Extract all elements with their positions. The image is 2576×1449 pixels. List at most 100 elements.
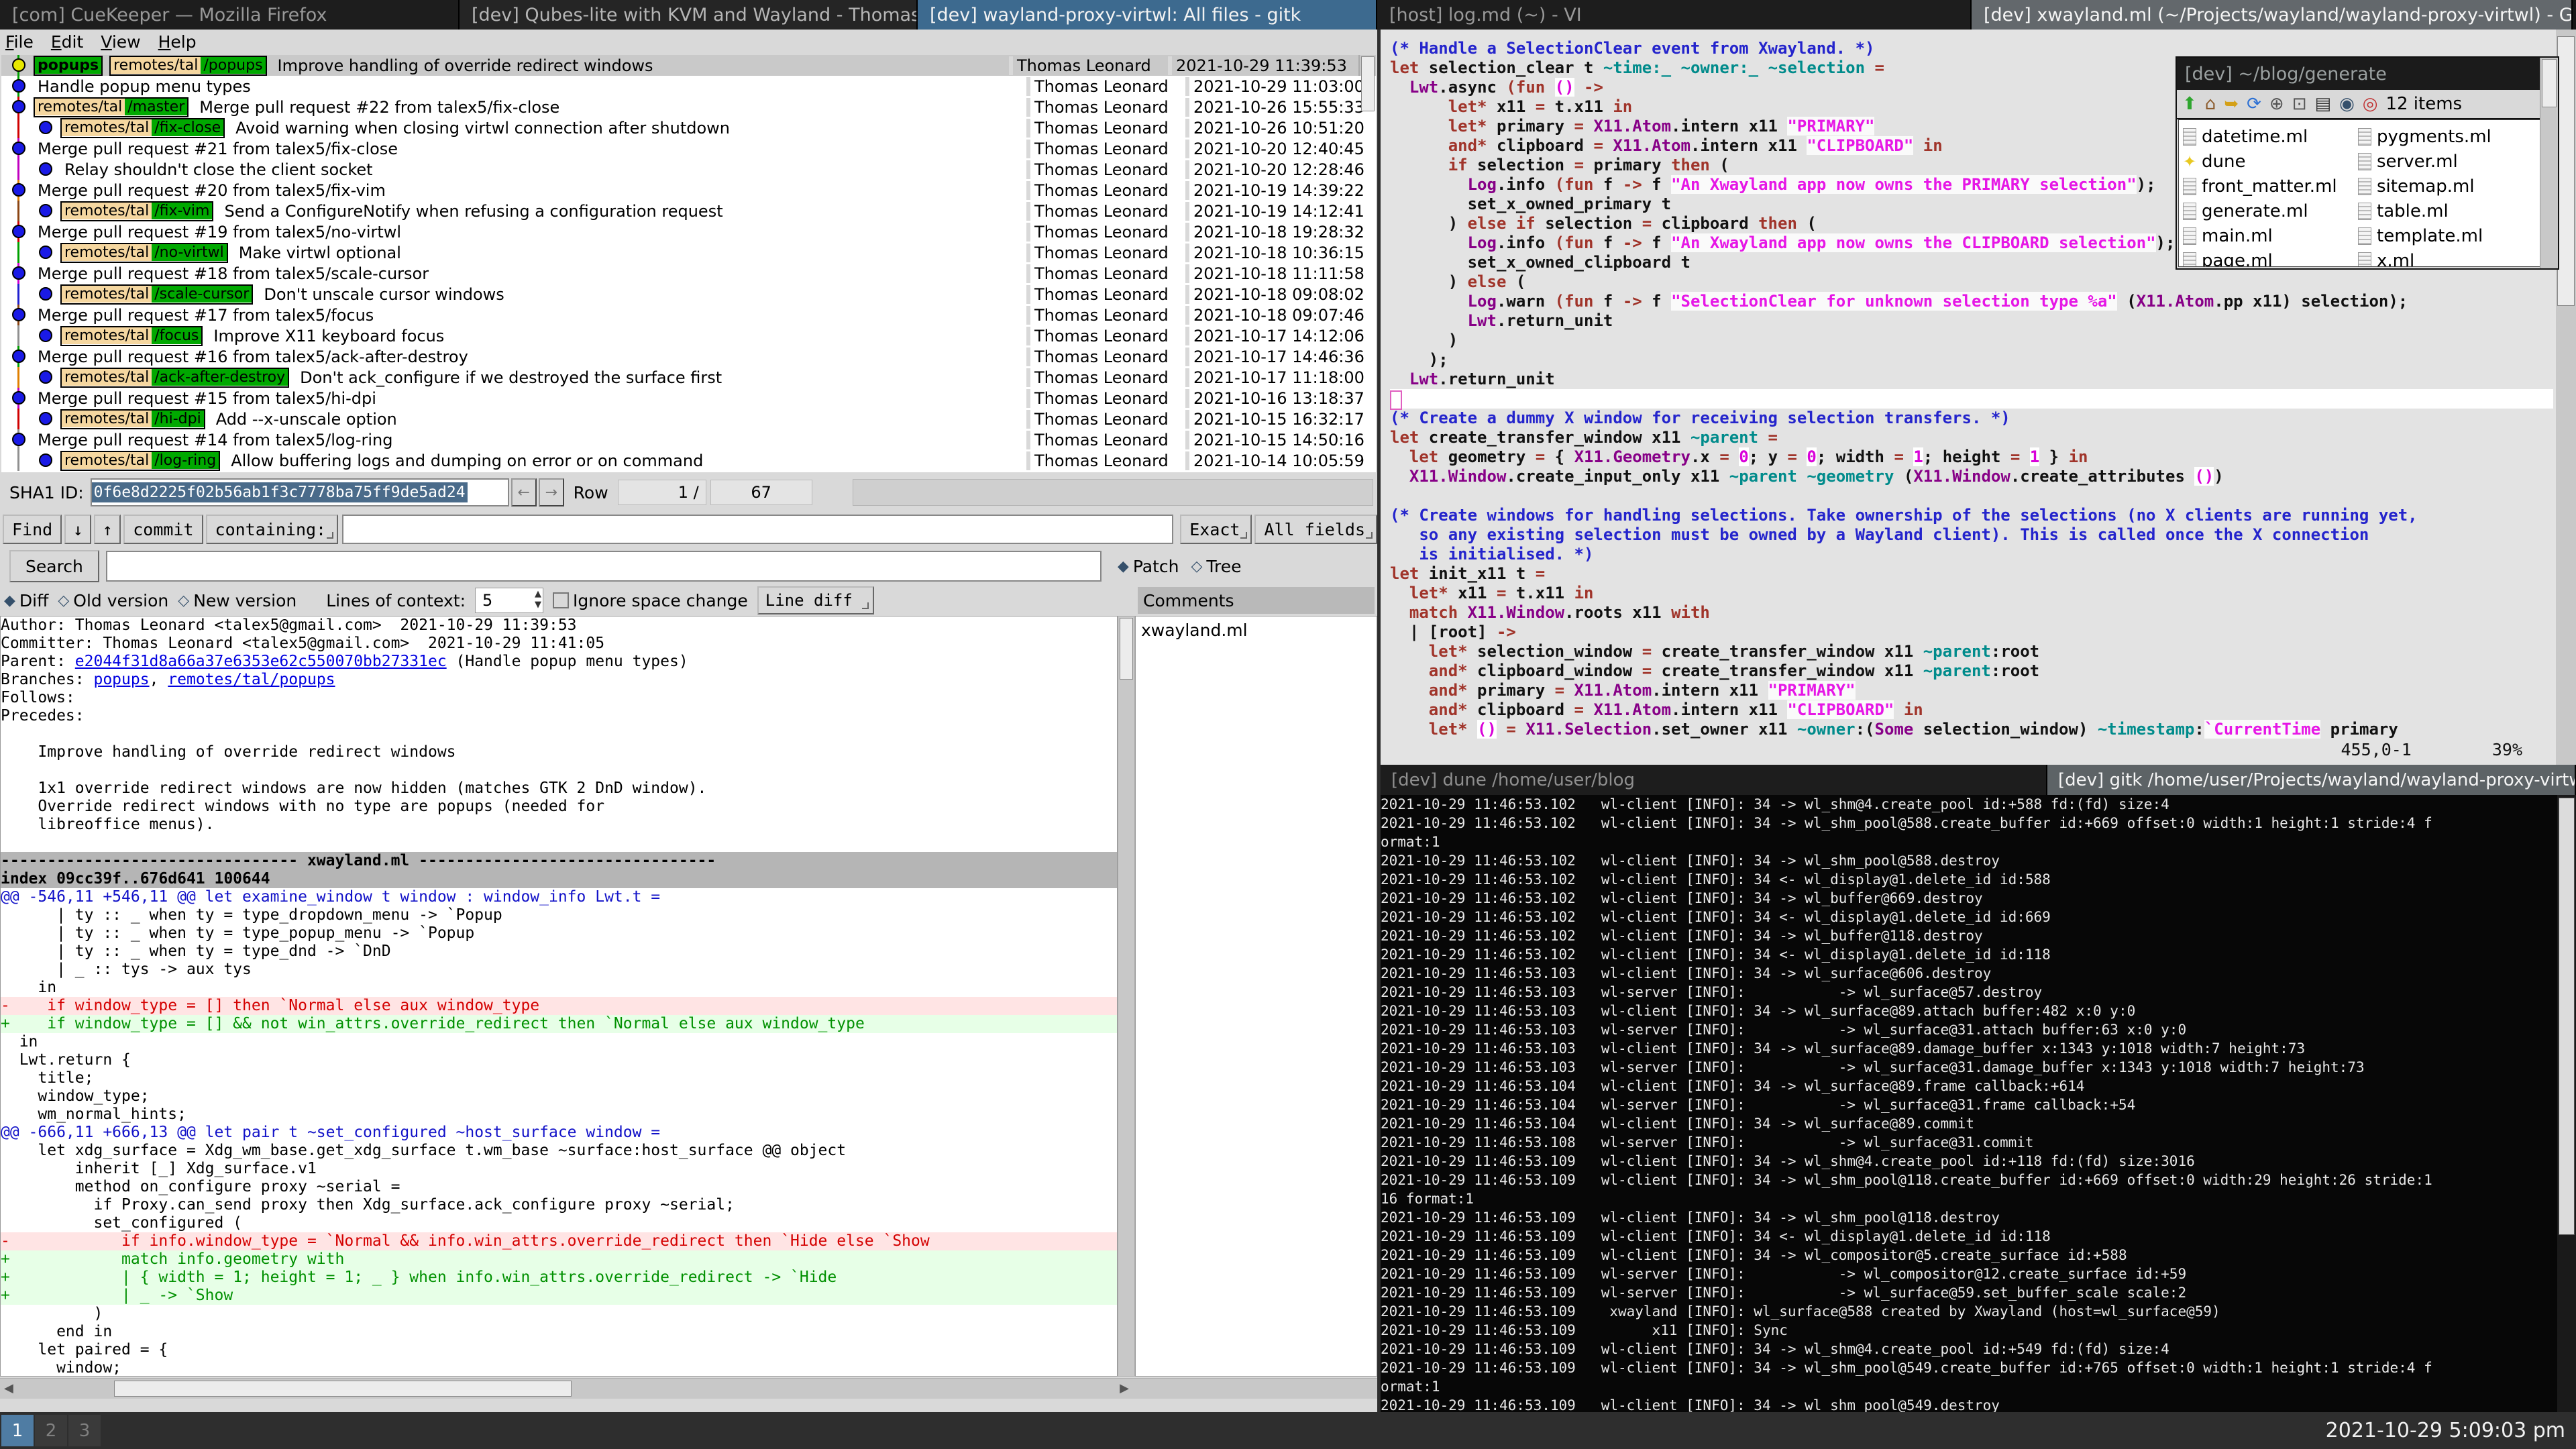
diff-horizontal-scrollbar[interactable]: ◀ ▶: [0, 1378, 1377, 1399]
changed-file-item[interactable]: xwayland.ml: [1141, 621, 1377, 640]
scroll-thumb[interactable]: [1361, 56, 1375, 111]
history-back-button[interactable]: ←: [511, 478, 537, 506]
menu-file[interactable]: File: [5, 32, 34, 52]
window-tab[interactable]: [dev] xwayland.ml (~/Projects/wayland/wa…: [1972, 0, 2573, 30]
terminal-scrollbar[interactable]: [2557, 795, 2576, 1412]
workspace-button[interactable]: 3: [68, 1415, 101, 1446]
branch-ref-badge[interactable]: remotes/tal/master: [34, 97, 189, 117]
find-fields-dropdown[interactable]: All fields: [1254, 515, 1377, 544]
branch-ref-badge[interactable]: remotes/tal/log-ring: [60, 451, 220, 471]
commit-row[interactable]: remotes/tal/scale-cursorDon't unscale cu…: [1, 284, 1376, 305]
branch-ref-badge[interactable]: remotes/tal/ack-after-destroy: [60, 368, 289, 388]
commit-row[interactable]: Merge pull request #15 from talex5/hi-dp…: [1, 388, 1376, 409]
workspace-button[interactable]: 2: [35, 1415, 67, 1446]
spinner-arrows-icon[interactable]: ▲▼: [535, 589, 541, 610]
branch-ref-badge[interactable]: remotes/tal/fix-vim: [60, 201, 213, 221]
diff-pane[interactable]: Author: Thomas Leonard <talex5@gmail.com…: [0, 616, 1118, 1377]
file-item[interactable]: table.ml: [2358, 199, 2529, 223]
new-version-radio[interactable]: ◇New version: [178, 591, 297, 610]
commit-row[interactable]: Relay shouldn't close the client socketT…: [1, 159, 1376, 180]
find-exact-dropdown[interactable]: Exact: [1180, 515, 1252, 544]
file-item[interactable]: server.ml: [2358, 149, 2529, 174]
find-input[interactable]: [342, 515, 1173, 544]
terminal-tab[interactable]: [dev] gitk /home/user/Projects/wayland/w…: [2047, 765, 2576, 795]
scroll-right-icon[interactable]: ▶: [1120, 1381, 1129, 1395]
file-item[interactable]: main.ml: [2183, 223, 2354, 248]
branch-ref-badge[interactable]: remotes/tal/fix-close: [60, 118, 225, 138]
commit-row[interactable]: Merge pull request #18 from talex5/scale…: [1, 263, 1376, 284]
window-tab[interactable]: [host] log.md (~) - VI: [1377, 0, 1972, 30]
diff-radio[interactable]: ◆Diff: [4, 591, 48, 610]
lifebuoy-icon[interactable]: ◎: [2363, 94, 2378, 114]
file-item[interactable]: ✦dune: [2183, 149, 2354, 174]
window-tab[interactable]: [com] CueKeeper — Mozilla Firefox: [0, 0, 460, 30]
commit-row[interactable]: Handle popup menu typesThomas Leonard202…: [1, 76, 1376, 97]
menu-help[interactable]: Help: [158, 32, 197, 52]
patch-radio[interactable]: ◆Patch: [1118, 557, 1179, 576]
find-down-button[interactable]: ↓: [64, 515, 91, 544]
file-manager-list[interactable]: datetime.ml✦dunefront_matter.mlgenerate.…: [2178, 119, 2557, 267]
menu-view[interactable]: View: [101, 32, 140, 52]
history-forward-button[interactable]: →: [539, 478, 564, 506]
file-item[interactable]: sitemap.ml: [2358, 174, 2529, 199]
commit-link[interactable]: popups: [93, 671, 149, 688]
window-tab[interactable]: [dev] wayland-proxy-virtwl: All files - …: [918, 0, 1377, 30]
branch-ref-badge[interactable]: popups: [34, 56, 103, 76]
commit-row[interactable]: remotes/tal/fix-vimSend a ConfigureNotif…: [1, 201, 1376, 221]
file-item[interactable]: generate.ml: [2183, 199, 2354, 223]
terminal-tab[interactable]: [dev] dune /home/user/blog: [1381, 765, 2047, 795]
eye-icon[interactable]: ◉: [2339, 94, 2355, 114]
diff-scrollbar[interactable]: [1118, 616, 1135, 1377]
branch-ref-badge[interactable]: remotes/tal/hi-dpi: [60, 409, 205, 429]
branch-ref-badge[interactable]: remotes/tal/focus: [60, 326, 203, 346]
zoom-in-icon[interactable]: ⊕: [2269, 94, 2284, 114]
scroll-left-icon[interactable]: ◀: [4, 1381, 13, 1395]
commit-link[interactable]: e2044f31d8a66a37e6353e62c550070bb27331ec: [75, 653, 447, 670]
up-arrow-icon[interactable]: ⬆: [2182, 94, 2197, 114]
commit-list-scrollbar[interactable]: [1358, 55, 1376, 76]
commit-row[interactable]: Merge pull request #19 from talex5/no-vi…: [1, 221, 1376, 242]
commit-row[interactable]: remotes/tal/no-virtwlMake virtwl optiona…: [1, 242, 1376, 263]
commit-link[interactable]: remotes/tal/popups: [168, 671, 335, 688]
refresh-icon[interactable]: ⟳: [2247, 94, 2261, 114]
old-version-radio[interactable]: ◇Old version: [58, 591, 168, 610]
search-input[interactable]: [106, 551, 1102, 582]
commit-list[interactable]: popupsremotes/tal/popupsImprove handling…: [1, 55, 1376, 472]
context-spinner[interactable]: 5▲▼: [475, 588, 543, 613]
commit-row[interactable]: Merge pull request #21 from talex5/fix-c…: [1, 138, 1376, 159]
line-diff-dropdown[interactable]: Line diff: [757, 586, 874, 614]
find-type-dropdown[interactable]: commit: [123, 515, 203, 544]
branch-ref-badge[interactable]: remotes/tal/no-virtwl: [60, 243, 228, 263]
jump-icon[interactable]: ➥: [2224, 94, 2239, 114]
ignore-space-checkbox[interactable]: Ignore space change: [553, 591, 748, 610]
commit-row[interactable]: Merge pull request #20 from talex5/fix-v…: [1, 180, 1376, 201]
find-containing-dropdown[interactable]: containing:: [206, 515, 339, 544]
file-item[interactable]: datetime.ml: [2183, 124, 2354, 149]
find-button[interactable]: Find: [3, 515, 62, 544]
file-manager-scrollbar[interactable]: [2540, 58, 2558, 268]
commit-row[interactable]: remotes/tal/masterMerge pull request #22…: [1, 97, 1376, 117]
branch-ref-badge[interactable]: remotes/tal/scale-cursor: [60, 284, 253, 305]
file-item[interactable]: x.ml: [2358, 248, 2529, 267]
file-item[interactable]: pygments.ml: [2358, 124, 2529, 149]
file-item[interactable]: front_matter.ml: [2183, 174, 2354, 199]
file-item[interactable]: template.ml: [2358, 223, 2529, 248]
find-up-button[interactable]: ↑: [94, 515, 121, 544]
commit-row[interactable]: remotes/tal/hi-dpiAdd --x-unscale option…: [1, 409, 1376, 429]
commit-row[interactable]: remotes/tal/ack-after-destroyDon't ack_c…: [1, 367, 1376, 388]
commit-row[interactable]: remotes/tal/log-ringAllow buffering logs…: [1, 450, 1376, 471]
file-item[interactable]: page.ml: [2183, 248, 2354, 267]
workspace-button[interactable]: 1: [1, 1415, 34, 1446]
terminal-output[interactable]: 2021-10-29 11:46:53.102 wl-client [INFO]…: [1381, 795, 2576, 1412]
window-tab[interactable]: [dev] Qubes-lite with KVM and Wayland - …: [460, 0, 918, 30]
list-view-icon[interactable]: ▤: [2315, 94, 2332, 114]
menu-edit[interactable]: Edit: [51, 32, 83, 52]
scroll-thumb[interactable]: [114, 1381, 572, 1397]
tree-radio[interactable]: ◇Tree: [1191, 557, 1241, 576]
commit-row[interactable]: Merge pull request #16 from talex5/ack-a…: [1, 346, 1376, 367]
sha1-input[interactable]: 0f6e8d2225f02b56ab1f3c7778ba75ff9de5ad24: [91, 478, 509, 506]
search-button[interactable]: Search: [9, 550, 99, 582]
commit-row[interactable]: Merge pull request #14 from talex5/log-r…: [1, 429, 1376, 450]
commit-row[interactable]: popupsremotes/tal/popupsImprove handling…: [1, 55, 1376, 76]
branch-ref-badge[interactable]: remotes/tal/popups: [109, 56, 266, 76]
